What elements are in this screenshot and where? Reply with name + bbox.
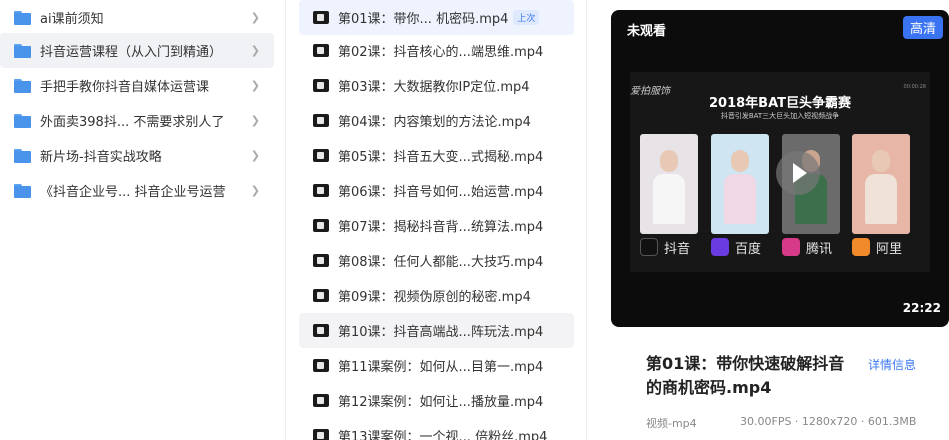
folder-icon [14,113,31,128]
folder-item[interactable]: ai课前须知 ❯ [0,0,274,35]
video-thumbnail [313,429,329,440]
phone-screen [711,134,769,234]
video-thumbnail [313,219,329,232]
file-label: 第11课案例：如何从...目第一.mp4 [338,360,544,375]
douyin-icon [640,238,658,256]
folder-icon [14,148,31,163]
file-item[interactable]: 第03课：大数据教你IP定位.mp4 [299,68,574,103]
watch-status: 未观看 [627,24,667,39]
file-item[interactable]: 第12课案例：如何让...播放量.mp4 [299,383,574,418]
file-label: 第03课：大数据教你IP定位.mp4 [338,80,530,95]
file-item[interactable]: 第04课：内容策划的方法论.mp4 [299,103,574,138]
file-item[interactable]: 第13课案例：一个视... 倍粉丝.mp4 [299,418,574,440]
video-thumbnail [313,149,329,162]
quality-badge[interactable]: 高清 [902,16,943,39]
video-preview[interactable]: 未观看 高清 爱拍服饰 00:00:28 2018年BAT巨头争霸赛 抖音引发B… [611,10,949,327]
folder-item[interactable]: 外面卖398抖... 不需要求别人了 ❯ [0,103,274,138]
file-label: 第09课：视频伪原创的秘密.mp4 [338,290,531,305]
file-item[interactable]: 第05课：抖音五大变...式揭秘.mp4 [299,138,574,173]
folder-item[interactable]: 新片场-抖音实战攻略 ❯ [0,138,274,173]
chevron-right-icon: ❯ [250,149,260,162]
platform-tencent: 腾讯 [782,238,832,257]
chevron-right-icon: ❯ [250,79,260,92]
chevron-right-icon: ❯ [250,44,260,57]
phone-screen [640,134,698,234]
play-icon[interactable] [776,151,820,195]
file-item[interactable]: 第02课：抖音核心的...端思维.mp4 [299,33,574,68]
platform-douyin: 抖音 [640,238,690,257]
video-thumbnail [313,324,329,337]
folder-label: 手把手教你抖音自媒体运营课 [40,80,210,95]
video-title: 第01课：带你快速破解抖音的商机密码.mp4 [646,354,845,397]
platform-alibaba: 阿里 [852,238,902,257]
folder-label: ai课前须知 [40,12,104,27]
baidu-icon [711,238,729,256]
file-item[interactable]: 第11课案例：如何从...目第一.mp4 [299,348,574,383]
folder-label: 外面卖398抖... 不需要求别人了 [40,115,225,130]
file-label: 第13课案例：一个视... 倍粉丝.mp4 [338,430,548,440]
file-label: 第02课：抖音核心的...端思维.mp4 [338,45,544,60]
folder-item[interactable]: 抖音运营课程（从入门到精通） ❯ [0,33,274,68]
video-thumbnail [313,289,329,302]
video-thumbnail [313,359,329,372]
file-label: 第12课案例：如何让...播放量.mp4 [338,395,544,410]
folder-item[interactable]: 手把手教你抖音自媒体运营课 ❯ [0,68,274,103]
file-item[interactable]: 第09课：视频伪原创的秘密.mp4 [299,278,574,313]
folder-label: 抖音运营课程（从入门到精通） [40,45,223,60]
alibaba-icon [852,238,870,256]
frame-time: 00:00:28 [903,84,926,90]
video-thumbnail [313,79,329,92]
detail-info-link[interactable]: 详情信息 [868,356,916,373]
file-item[interactable]: 第01课：带你... 机密码.mp4 上次 [299,0,574,35]
video-thumbnail [313,184,329,197]
folder-label: 新片场-抖音实战攻略 [40,150,162,165]
file-label: 第05课：抖音五大变...式揭秘.mp4 [338,150,544,165]
video-thumbnail [313,254,329,267]
platform-baidu: 百度 [711,238,761,257]
file-label: 第06课：抖音号如何...始运营.mp4 [338,185,544,200]
file-item[interactable]: 第07课：揭秘抖音背...统算法.mp4 [299,208,574,243]
file-label: 第01课：带你... 机密码.mp4 [338,12,509,27]
folder-icon [14,78,31,93]
file-label: 第07课：揭秘抖音背...统算法.mp4 [338,220,544,235]
folder-icon [14,10,31,25]
file-item[interactable]: 第06课：抖音号如何...始运营.mp4 [299,173,574,208]
file-item[interactable]: 第08课：任何人都能...大技巧.mp4 [299,243,574,278]
phone-screen [852,134,910,234]
file-label: 第10课：抖音高端战...阵玩法.mp4 [338,325,544,340]
video-frame: 爱拍服饰 00:00:28 2018年BAT巨头争霸赛 抖音引发BAT三大巨头加… [630,72,930,272]
file-list: 第01课：带你... 机密码.mp4 上次 第02课：抖音核心的...端思维.m… [287,0,587,440]
chevron-right-icon: ❯ [250,184,260,197]
video-thumbnail [313,114,329,127]
folder-icon [14,43,31,58]
file-type: 视频-mp4 [646,417,697,430]
file-label: 第08课：任何人都能...大技巧.mp4 [338,255,544,270]
chevron-right-icon: ❯ [250,11,260,24]
video-thumbnail [313,11,329,24]
folder-item[interactable]: 《抖音企业号... 抖音企业号运营 ❯ [0,173,274,208]
video-thumbnail [313,394,329,407]
folder-list: ai课前须知 ❯ 抖音运营课程（从入门到精通） ❯ 手把手教你抖音自媒体运营课 … [0,0,286,440]
file-item[interactable]: 第10课：抖音高端战...阵玩法.mp4 [299,313,574,348]
tencent-icon [782,238,800,256]
file-spec: 30.00FPS · 1280x720 · 601.3MB [740,415,917,428]
frame-subtitle: 抖音引发BAT三大巨头加入短视频战争 [720,112,840,120]
last-watched-badge: 上次 [513,10,540,25]
chevron-right-icon: ❯ [250,114,260,127]
folder-icon [14,183,31,198]
frame-title: 2018年BAT巨头争霸赛 [708,96,851,111]
folder-label: 《抖音企业号... 抖音企业号运营 [40,185,226,200]
file-label: 第04课：内容策划的方法论.mp4 [338,115,531,130]
video-thumbnail [313,44,329,57]
video-duration: 22:22 [902,301,941,315]
